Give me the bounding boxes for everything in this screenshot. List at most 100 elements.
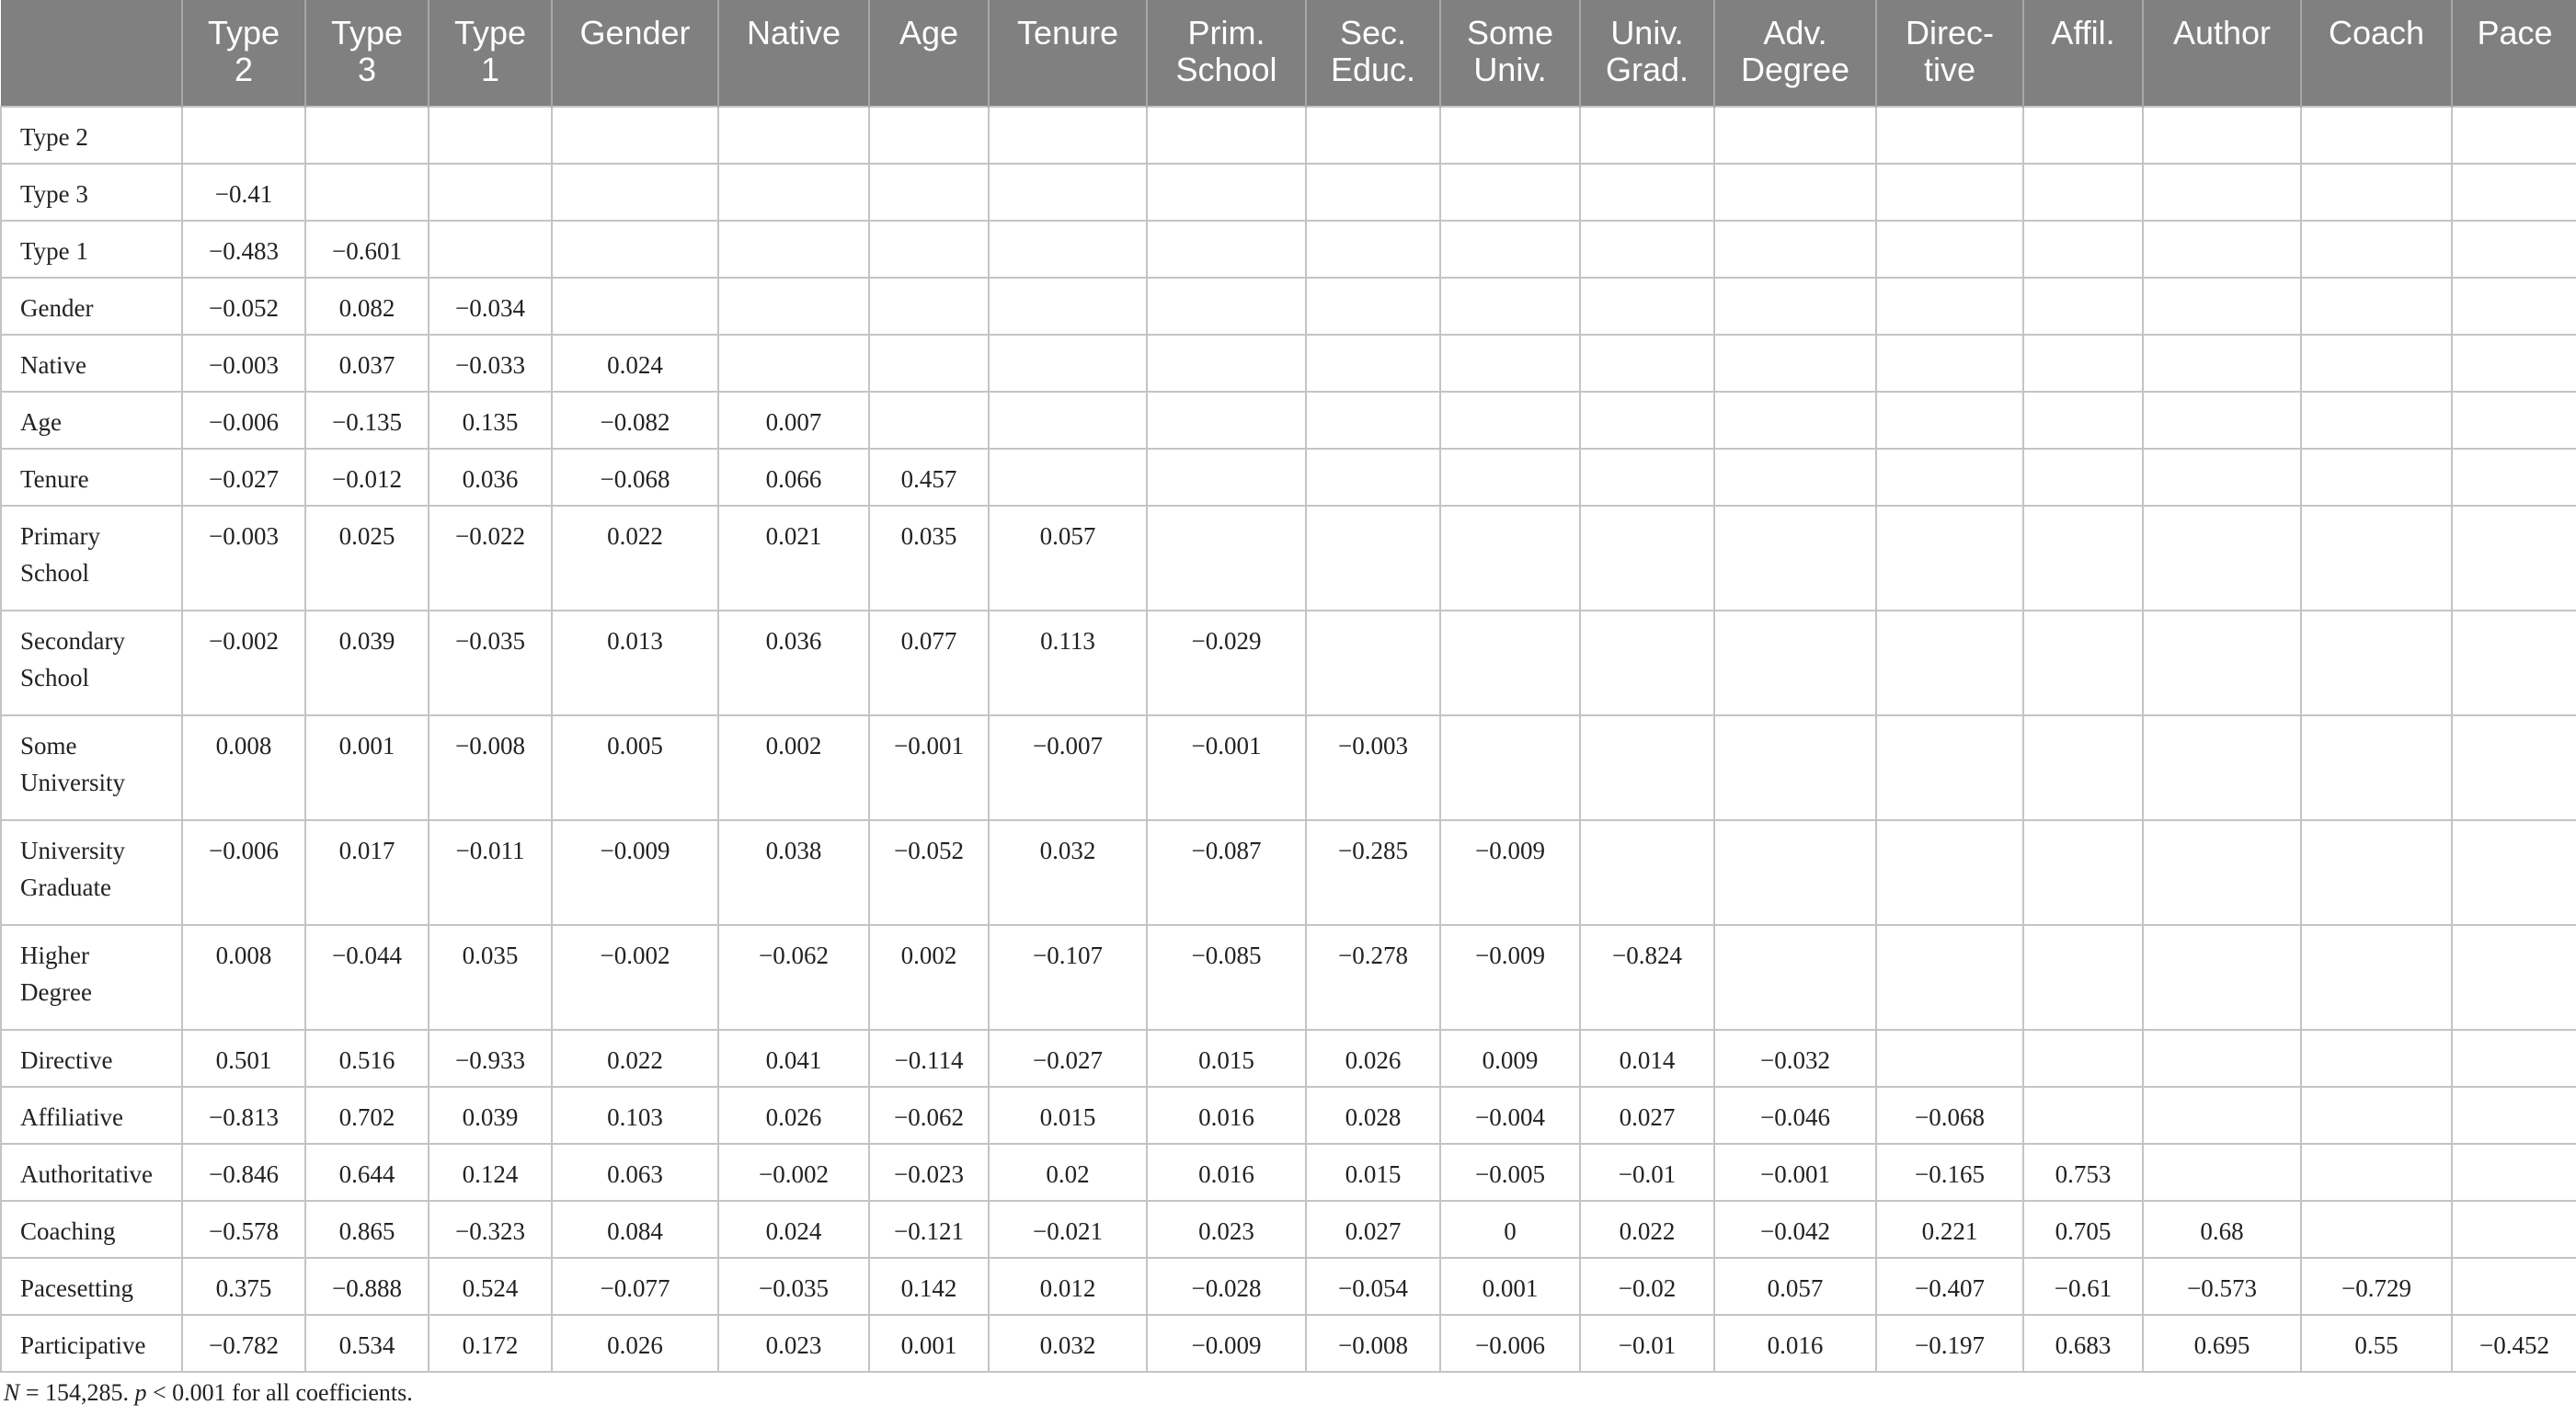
table-row: Type 2 [0,106,2576,165]
table-cell [1875,505,2024,611]
table-cell: −0.082 [551,391,719,450]
table-cell: 0.037 [304,334,429,393]
row-label: Participative [0,1314,183,1373]
column-header: Affil. [2022,0,2143,107]
table-cell: 0.005 [551,714,719,821]
table-cell [1305,391,1441,450]
table-cell: −0.027 [988,1029,1148,1088]
table-cell: −0.009 [1439,819,1581,926]
table-cell [1439,714,1581,821]
table-cell: −0.107 [988,924,1148,1031]
column-header: Pace [2451,0,2576,107]
table-cell: −0.062 [868,1086,990,1145]
table-cell [2300,334,2453,393]
table-cell: 0.012 [988,1257,1148,1316]
table-cell [1146,391,1307,450]
table-cell: −0.846 [181,1143,306,1202]
table-cell: 0.032 [988,1314,1148,1373]
table-cell: 0.027 [1579,1086,1715,1145]
table-cell [868,334,990,393]
table-cell: −0.483 [181,220,306,279]
table-cell: −0.022 [428,505,553,611]
table-cell: −0.114 [868,1029,990,1088]
table-cell: −0.027 [181,448,306,507]
table-cell: 0.002 [868,924,990,1031]
table-cell [988,334,1148,393]
table-cell: −0.006 [181,391,306,450]
table-cell: −0.135 [304,391,429,450]
table-cell [2451,819,2576,926]
table-cell [2451,106,2576,165]
table-cell: 0.036 [717,610,870,716]
table-cell [1146,220,1307,279]
row-label: Authoritative [0,1143,183,1202]
table-cell [868,277,990,336]
table-cell: 0.007 [717,391,870,450]
column-header: Author [2142,0,2301,107]
table-cell: −0.165 [1875,1143,2024,1202]
table-cell: −0.729 [2300,1257,2453,1316]
table-cell: 0.063 [551,1143,719,1202]
table-cell [2142,1143,2302,1202]
row-label: Secondary School [0,610,183,716]
table-cell [2022,714,2144,821]
table-cell [2022,1029,2144,1088]
table-cell: 0.027 [1305,1200,1441,1259]
row-label: Type 1 [0,220,183,279]
table-cell: 0.68 [2142,1200,2302,1259]
table-cell [2300,819,2453,926]
table-cell: −0.068 [551,448,719,507]
table-cell: 0.026 [1305,1029,1441,1088]
table-cell [2022,1086,2144,1145]
table-cell [551,106,719,165]
table-body: Type 2 Type 3 −0.41 Type 1 −0.483 −0.601 Gende… [0,106,2576,1373]
table-cell: −0.121 [868,1200,990,1259]
table-cell: 0.008 [181,714,306,821]
table-cell [1579,163,1715,222]
table-cell [2300,924,2453,1031]
table-cell: 0.039 [428,1086,553,1145]
table-cell [2451,714,2576,821]
table-cell: −0.001 [868,714,990,821]
table-cell [988,163,1148,222]
table-cell: −0.02 [1579,1257,1715,1316]
table-cell: 0.524 [428,1257,553,1316]
table-cell [2022,448,2144,507]
table-cell [2451,1257,2576,1316]
table-cell: −0.068 [1875,1086,2024,1145]
table-cell [717,334,870,393]
table-cell: −0.054 [1305,1257,1441,1316]
table-cell: −0.01 [1579,1143,1715,1202]
table-cell [2142,163,2302,222]
table-cell [1579,448,1715,507]
table-cell: 0.753 [2022,1143,2144,1202]
table-cell [2451,1086,2576,1145]
table-cell: 0.142 [868,1257,990,1316]
table-cell: 0.013 [551,610,719,716]
table-cell [2300,1200,2453,1259]
table-cell: −0.062 [717,924,870,1031]
table-cell [1305,505,1441,611]
table-cell: 0.015 [1305,1143,1441,1202]
table-cell [2142,819,2302,926]
table-cell: −0.933 [428,1029,553,1088]
table-cell: 0.041 [717,1029,870,1088]
note-p-value: < 0.001 for all coefficients. [146,1379,413,1406]
column-header: Univ. Grad. [1579,0,1714,107]
table-cell: 0.023 [717,1314,870,1373]
table-cell: 0.113 [988,610,1148,716]
table-row: Participative −0.782 0.534 0.172 0.026 0.023 0… [0,1314,2576,1373]
table-cell [1875,1029,2024,1088]
table-cell [1875,277,2024,336]
table-cell [1439,163,1581,222]
table-cell [1713,819,1877,926]
table-cell: 0.457 [868,448,990,507]
table-cell [1579,220,1715,279]
table-cell [1713,220,1877,279]
table-cell: −0.01 [1579,1314,1715,1373]
table-cell [1439,610,1581,716]
column-header: Native [717,0,869,107]
table-cell [1439,334,1581,393]
table-cell [1713,448,1877,507]
table-cell: −0.452 [2451,1314,2576,1373]
